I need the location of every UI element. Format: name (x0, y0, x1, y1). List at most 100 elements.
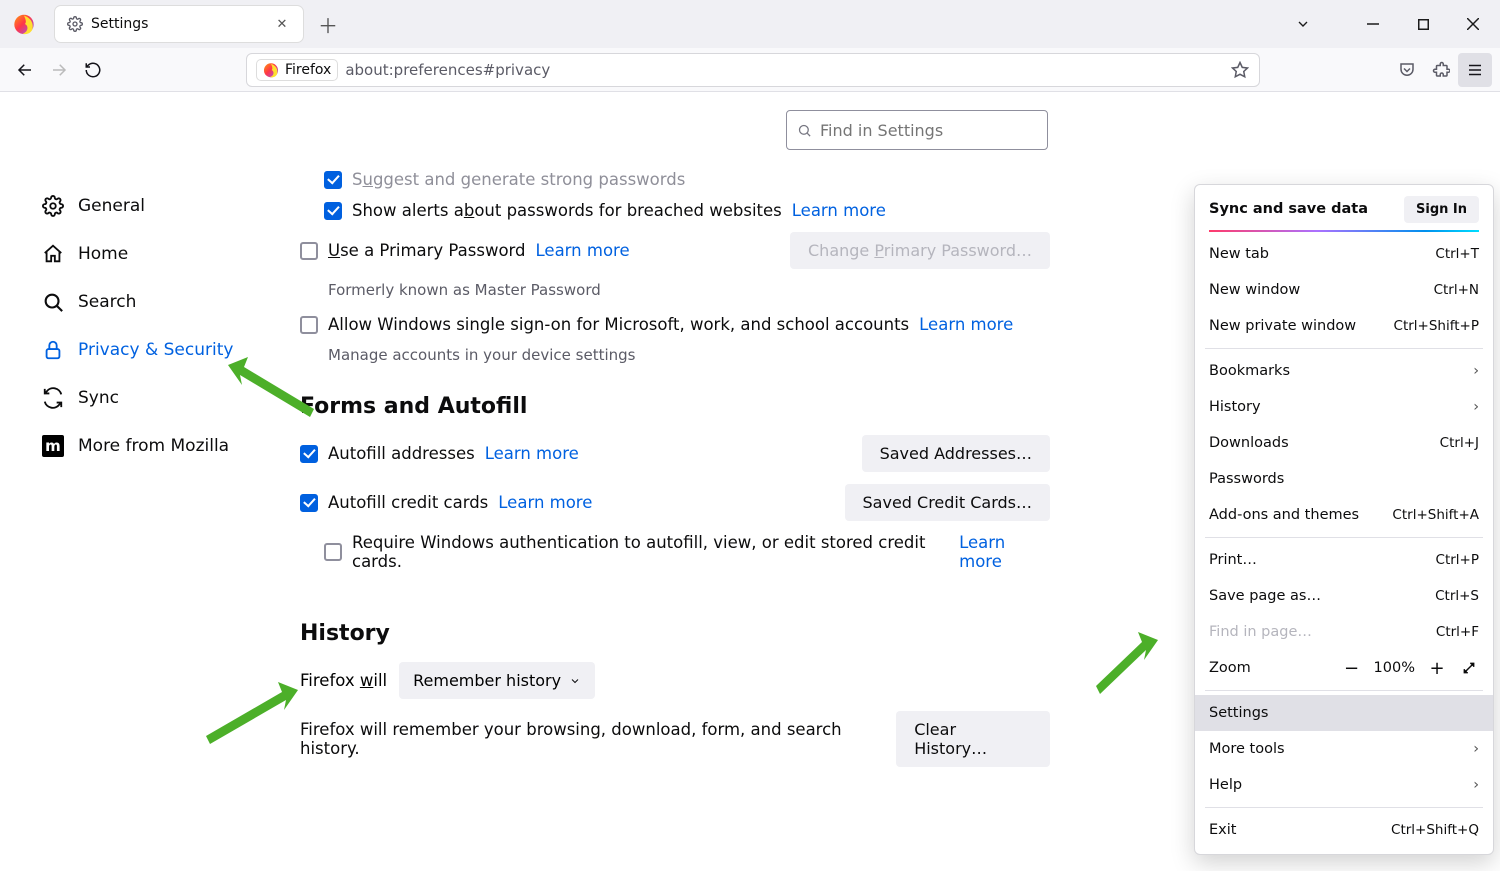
sidebar-item-sync[interactable]: Sync (30, 374, 290, 422)
menu-find[interactable]: Find in page…Ctrl+F (1195, 614, 1493, 650)
checkbox-primary-password[interactable] (300, 242, 318, 260)
forms-heading: Forms and Autofill (300, 394, 1050, 419)
menu-new-window[interactable]: New windowCtrl+N (1195, 272, 1493, 308)
link-cc-more[interactable]: Learn more (498, 493, 592, 512)
label-autofill-addresses: Autofill addresses (328, 444, 475, 463)
link-require-auth-more[interactable]: Learn more (959, 533, 1050, 571)
checkbox-suggest-passwords[interactable] (324, 171, 342, 189)
menu-new-private[interactable]: New private windowCtrl+Shift+P (1195, 308, 1493, 344)
menu-exit[interactable]: ExitCtrl+Shift+Q (1195, 812, 1493, 848)
url-bar[interactable]: Firefox about:preferences#privacy (246, 53, 1260, 87)
gear-icon (67, 16, 83, 32)
settings-pane: Suggest and generate strong passwords Sh… (300, 170, 1050, 779)
menu-more-tools[interactable]: More tools› (1195, 731, 1493, 767)
titlebar: Settings ✕ ＋ (0, 0, 1500, 48)
chevron-right-icon: › (1473, 777, 1479, 793)
menu-new-tab[interactable]: New tabCtrl+T (1195, 236, 1493, 272)
menu-help[interactable]: Help› (1195, 767, 1493, 803)
chevron-down-icon (569, 675, 581, 687)
link-sso-more[interactable]: Learn more (919, 315, 1013, 334)
menu-save-as[interactable]: Save page as…Ctrl+S (1195, 578, 1493, 614)
clear-history-button[interactable]: Clear History… (896, 711, 1050, 767)
sidebar-item-home[interactable]: Home (30, 230, 290, 278)
forward-button[interactable] (42, 53, 76, 87)
sidebar-item-search[interactable]: Search (30, 278, 290, 326)
window-maximize-button[interactable] (1400, 3, 1446, 45)
zoom-in-button[interactable]: + (1427, 658, 1447, 678)
window-close-button[interactable] (1450, 3, 1496, 45)
saved-addresses-button[interactable]: Saved Addresses… (862, 435, 1050, 472)
tab-settings[interactable]: Settings ✕ (54, 5, 304, 43)
menu-settings[interactable]: Settings (1195, 695, 1493, 731)
link-addr-more[interactable]: Learn more (485, 444, 579, 463)
window-minimize-button[interactable] (1350, 3, 1396, 45)
checkbox-autofill-addresses[interactable] (300, 445, 318, 463)
settings-search-box[interactable] (786, 110, 1048, 150)
lock-icon (42, 339, 64, 361)
label-autofill-cc: Autofill credit cards (328, 493, 488, 512)
zoom-percent: 100% (1374, 660, 1415, 676)
sidebar-item-label: General (78, 196, 145, 216)
sidebar-item-general[interactable]: General (30, 182, 290, 230)
pocket-icon[interactable] (1390, 53, 1424, 87)
sync-icon (42, 387, 64, 409)
tabs-dropdown-icon[interactable] (1280, 3, 1326, 45)
history-will-label: Firefox will (300, 671, 387, 690)
gear-icon (42, 195, 64, 217)
sidebar-item-label: More from Mozilla (78, 436, 229, 456)
link-primary-more[interactable]: Learn more (536, 241, 630, 260)
chevron-right-icon: › (1473, 363, 1479, 379)
sidebar-item-label: Sync (78, 388, 119, 408)
hint-sso: Manage accounts in your device settings (328, 346, 1050, 364)
sign-in-button[interactable]: Sign In (1404, 196, 1479, 223)
zoom-out-button[interactable]: − (1342, 658, 1362, 678)
new-tab-button[interactable]: ＋ (312, 8, 344, 40)
sidebar-item-label: Home (78, 244, 128, 264)
search-icon (42, 291, 64, 313)
tab-strip: Settings ✕ ＋ (48, 0, 1280, 48)
identity-label: Firefox (285, 62, 331, 78)
menu-zoom: Zoom − 100% + (1195, 650, 1493, 686)
settings-search-input[interactable] (820, 121, 1037, 140)
menu-separator (1205, 690, 1483, 691)
mozilla-icon: m (42, 435, 64, 457)
chevron-right-icon: › (1473, 741, 1479, 757)
change-primary-button[interactable]: Change Primary Password… (790, 232, 1050, 269)
reload-button[interactable] (76, 53, 110, 87)
menu-history[interactable]: History› (1195, 389, 1493, 425)
nav-toolbar: Firefox about:preferences#privacy (0, 48, 1500, 92)
label-primary-password: Use a Primary Password (328, 241, 526, 260)
checkbox-autofill-cc[interactable] (300, 494, 318, 512)
checkbox-require-auth[interactable] (324, 543, 342, 561)
tab-close-icon[interactable]: ✕ (273, 15, 291, 33)
back-button[interactable] (8, 53, 42, 87)
history-heading: History (300, 621, 1050, 646)
menu-downloads[interactable]: DownloadsCtrl+J (1195, 425, 1493, 461)
bookmark-star-icon[interactable] (1231, 61, 1249, 79)
menu-separator (1205, 807, 1483, 808)
fullscreen-icon[interactable] (1459, 658, 1479, 678)
menu-sync-label: Sync and save data (1209, 201, 1368, 217)
link-breach-more[interactable]: Learn more (792, 201, 886, 220)
saved-cards-button[interactable]: Saved Credit Cards… (845, 484, 1050, 521)
firefox-logo (0, 13, 48, 35)
label-suggest-passwords: Suggest and generate strong passwords (352, 170, 685, 189)
menu-addons[interactable]: Add-ons and themesCtrl+Shift+A (1195, 497, 1493, 533)
home-icon (42, 243, 64, 265)
extensions-icon[interactable] (1424, 53, 1458, 87)
checkbox-breach-alerts[interactable] (324, 202, 342, 220)
identity-box[interactable]: Firefox (257, 60, 337, 80)
sidebar-item-label: Search (78, 292, 136, 312)
menu-print[interactable]: Print…Ctrl+P (1195, 542, 1493, 578)
sidebar-item-more-mozilla[interactable]: m More from Mozilla (30, 422, 290, 470)
menu-passwords[interactable]: Passwords (1195, 461, 1493, 497)
sidebar-item-privacy[interactable]: Privacy & Security (30, 326, 290, 374)
label-breach-alerts: Show alerts about passwords for breached… (352, 201, 782, 220)
app-menu-panel: Sync and save data Sign In New tabCtrl+T… (1194, 184, 1494, 855)
annotation-arrow-icon (200, 682, 310, 752)
label-sso: Allow Windows single sign-on for Microso… (328, 315, 909, 334)
checkbox-sso[interactable] (300, 316, 318, 334)
menu-bookmarks[interactable]: Bookmarks› (1195, 353, 1493, 389)
history-mode-dropdown[interactable]: Remember history (399, 662, 595, 699)
app-menu-button[interactable] (1458, 53, 1492, 87)
